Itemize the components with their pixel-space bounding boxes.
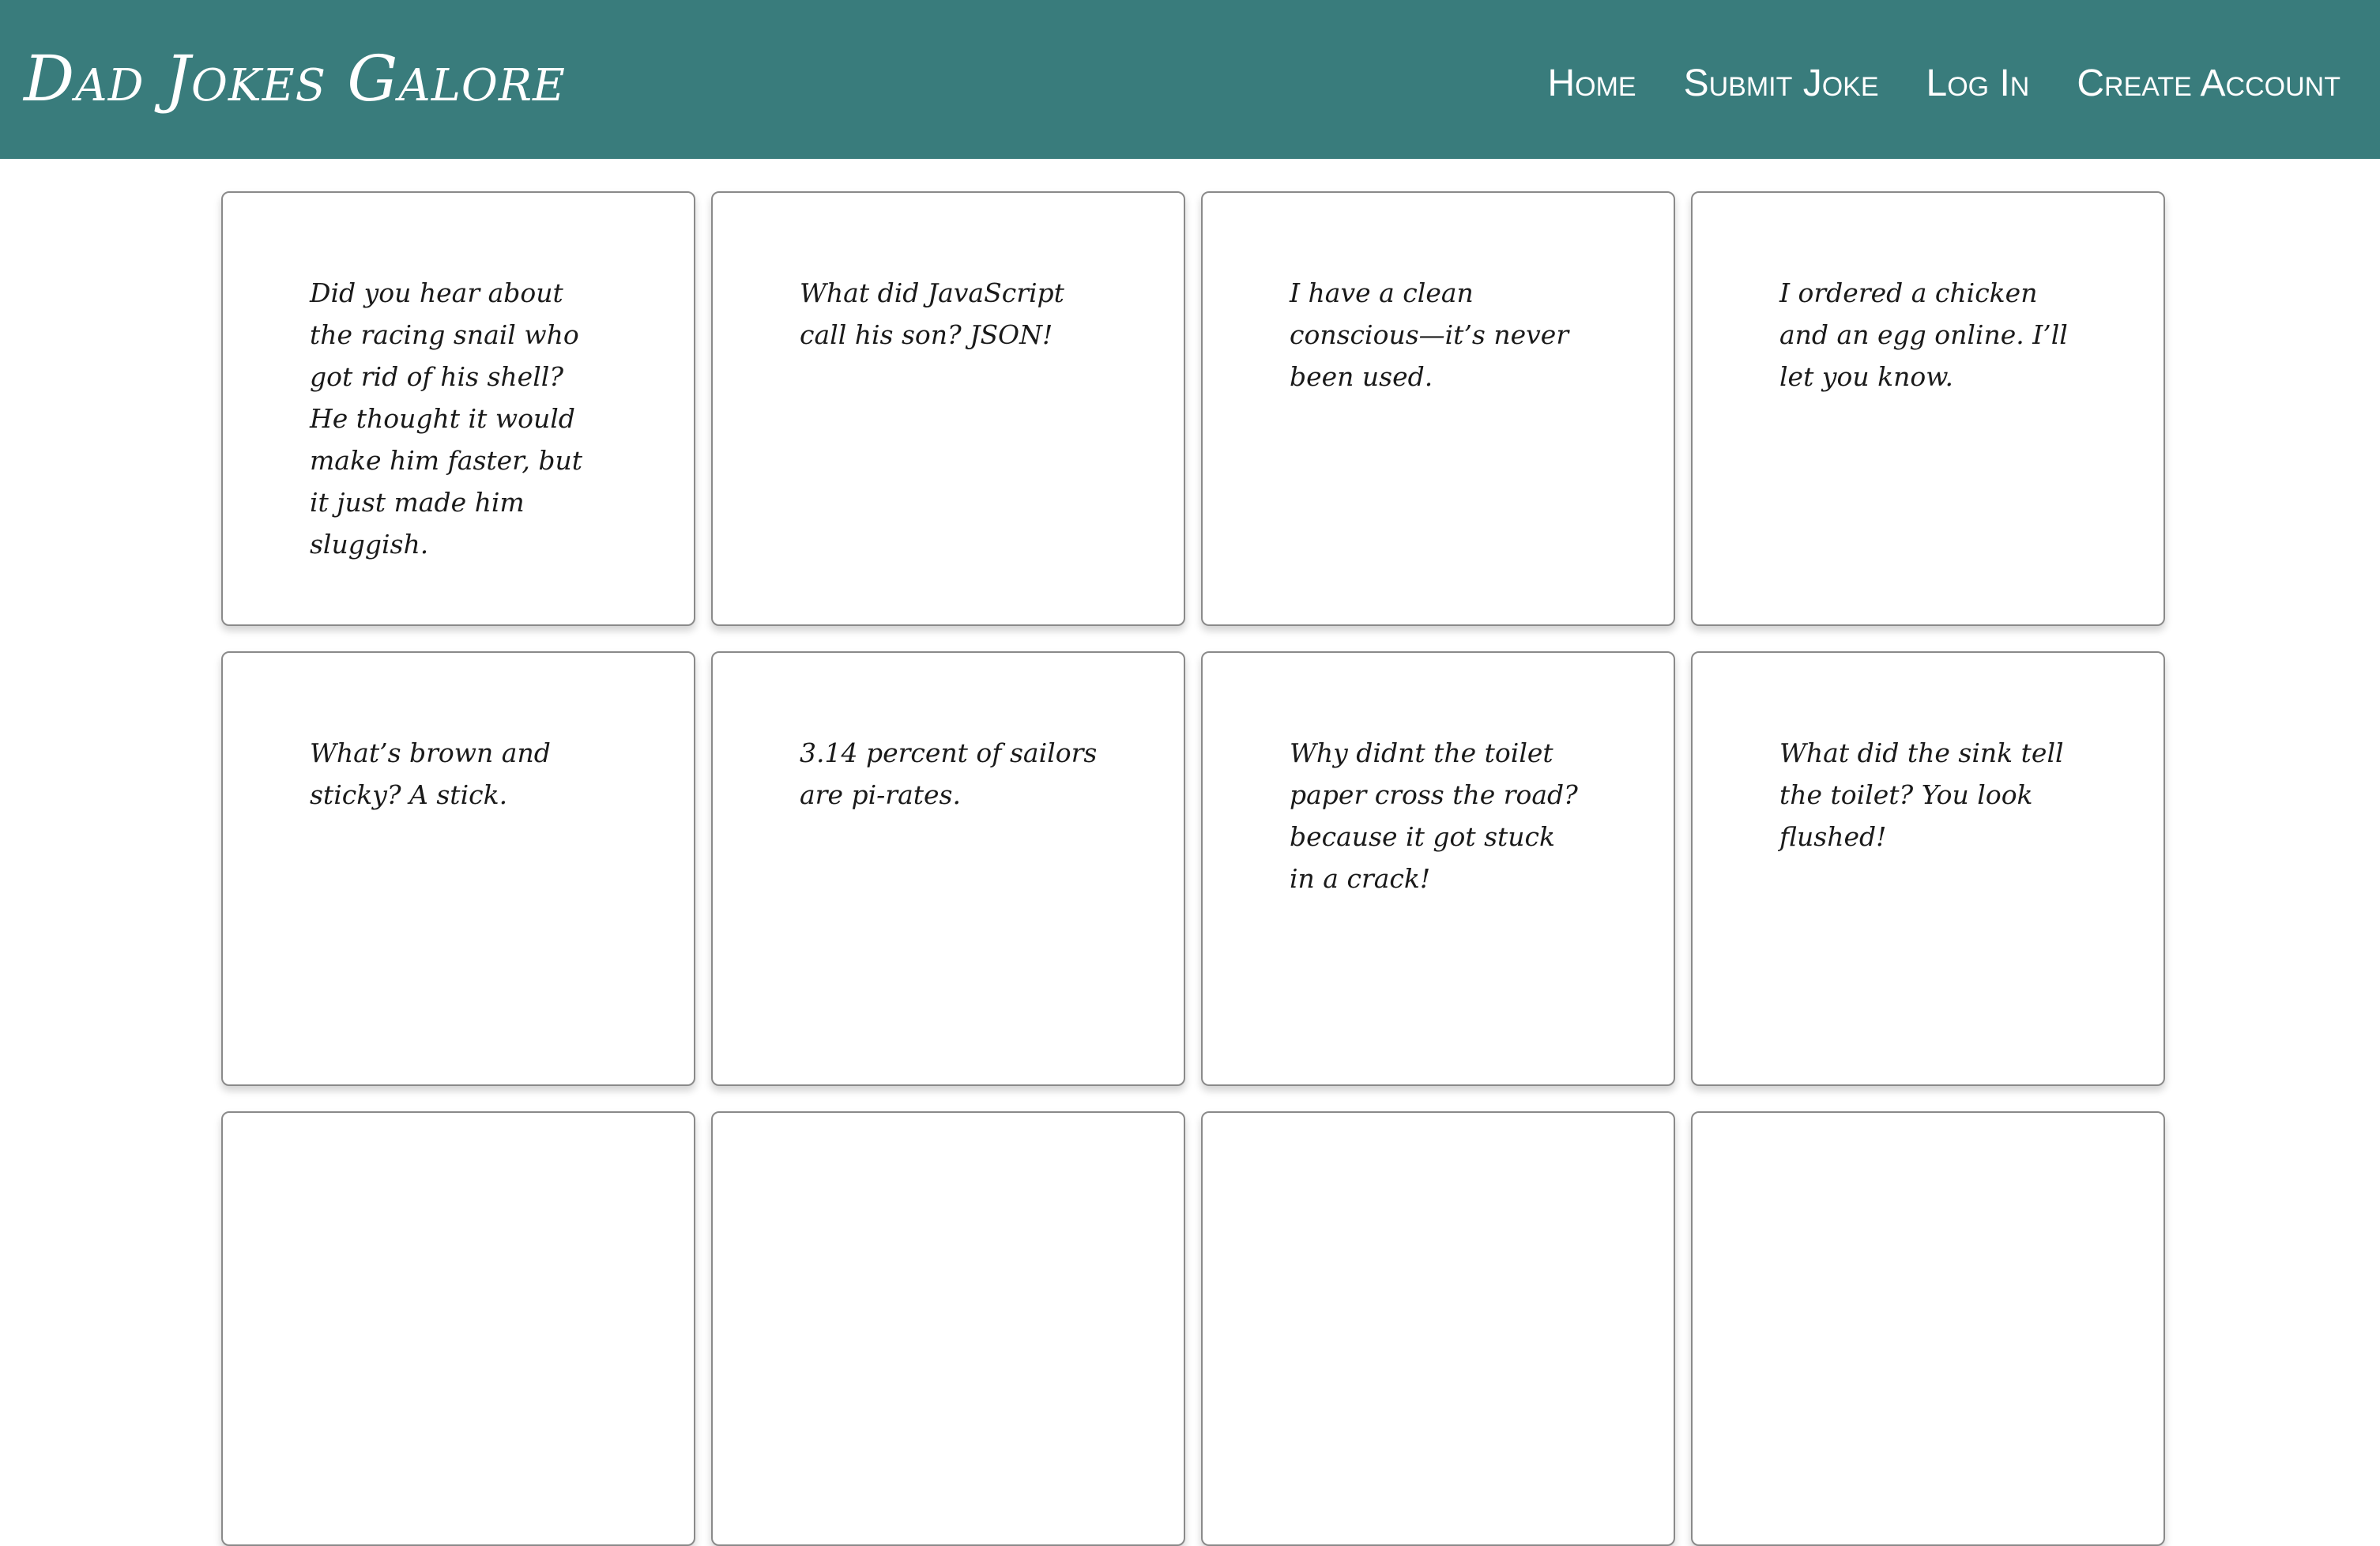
nav-home-link[interactable]: Home <box>1547 62 1636 105</box>
joke-text: I ordered a chicken and an egg online. I… <box>1779 277 2068 392</box>
joke-card[interactable]: I have a clean conscious—it’s never been… <box>1201 191 1675 626</box>
joke-card[interactable]: Did you hear about the racing snail who … <box>221 191 695 626</box>
site-title[interactable]: Dad Jokes Galore <box>24 32 566 126</box>
site-header: Dad Jokes Galore Home Submit Joke Log In… <box>0 0 2380 159</box>
joke-card[interactable]: Why didnt the toilet paper cross the roa… <box>1201 651 1675 1086</box>
joke-text: What’s brown and sticky? A stick. <box>310 737 551 810</box>
joke-text: What did JavaScript call his son? JSON! <box>800 277 1064 350</box>
nav-log-in-link[interactable]: Log In <box>1926 62 2030 105</box>
main-nav: Home Submit Joke Log In Create Account <box>1547 55 2340 111</box>
joke-card[interactable] <box>1691 1111 2165 1546</box>
joke-card[interactable]: What’s brown and sticky? A stick. <box>221 651 695 1086</box>
joke-card[interactable] <box>221 1111 695 1546</box>
joke-text: What did the sink tell the toilet? You l… <box>1779 737 2064 852</box>
nav-create-account-link[interactable]: Create Account <box>2077 62 2340 105</box>
joke-text: Did you hear about the racing snail who … <box>310 277 582 560</box>
joke-card[interactable]: What did JavaScript call his son? JSON! <box>711 191 1185 626</box>
joke-card[interactable]: I ordered a chicken and an egg online. I… <box>1691 191 2165 626</box>
joke-card[interactable] <box>711 1111 1185 1546</box>
joke-text: 3.14 percent of sailors are pi-rates. <box>800 737 1098 810</box>
joke-card[interactable]: What did the sink tell the toilet? You l… <box>1691 651 2165 1086</box>
joke-card[interactable] <box>1201 1111 1675 1546</box>
joke-text: I have a clean conscious—it’s never been… <box>1290 277 1569 392</box>
joke-text: Why didnt the toilet paper cross the roa… <box>1290 737 1578 894</box>
joke-grid: Did you hear about the racing snail who … <box>221 191 2165 1546</box>
nav-submit-joke-link[interactable]: Submit Joke <box>1684 62 1879 105</box>
joke-card[interactable]: 3.14 percent of sailors are pi-rates. <box>711 651 1185 1086</box>
